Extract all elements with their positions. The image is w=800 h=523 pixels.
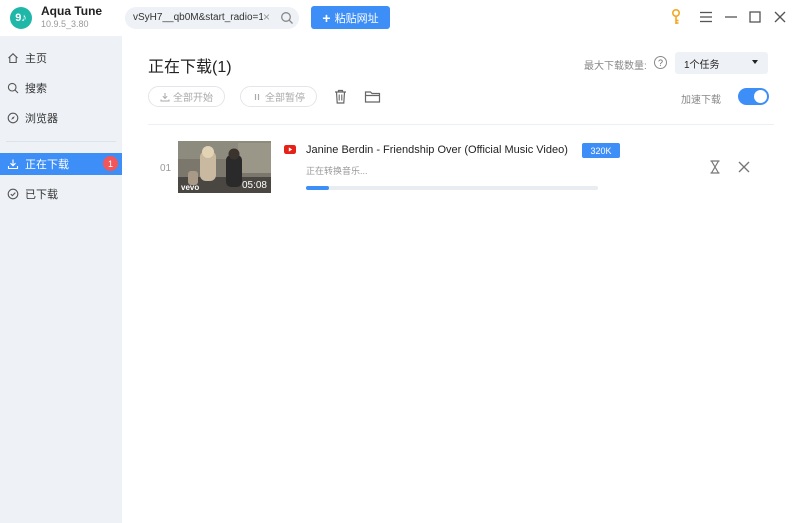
max-downloads-label: 最大下载数量: [584,61,647,72]
sidebar-divider [6,141,116,142]
vevo-logo: vevo [181,183,200,192]
sidebar-item-downloaded[interactable]: 已下载 [0,183,122,205]
app-logo: 9♪ [10,7,32,29]
sidebar-item-label: 搜索 [25,83,47,95]
title-bar: 9♪ Aqua Tune 10.9.5_3.80 vSyH7__qb0M&sta… [0,0,800,36]
menu-icon[interactable] [697,8,715,26]
close-icon[interactable] [771,8,789,26]
plus-icon: + [322,9,331,26]
trash-icon[interactable] [332,88,349,105]
start-all-label: 全部开始 [173,93,213,104]
max-downloads-select[interactable]: 1个任务 [675,52,768,74]
divider [148,124,774,125]
minimize-icon[interactable] [722,8,740,26]
sidebar-item-browser[interactable]: 浏览器 [0,107,122,129]
url-input-box[interactable]: vSyH7__qb0M&start_radio=1 × [125,7,299,29]
pause-all-label: 全部暂停 [265,93,305,104]
progress-bar [306,186,598,190]
paste-url-label: 粘贴网址 [334,12,379,25]
url-input[interactable]: vSyH7__qb0M&start_radio=1 [133,12,263,23]
sidebar-item-search[interactable]: 搜索 [0,77,122,99]
quality-badge: 320K [582,143,620,158]
pause-all-button[interactable]: 全部暂停 [240,86,317,107]
sidebar-item-label: 正在下载 [25,159,69,171]
start-all-button[interactable]: 全部开始 [148,86,225,107]
download-status: 正在转换音乐... [306,166,368,176]
youtube-icon [284,145,296,154]
paste-url-button[interactable]: + 粘贴网址 [311,6,390,29]
max-downloads-value: 1个任务 [684,59,720,71]
accelerate-toggle[interactable] [738,88,769,105]
song-title: Janine Berdin - Friendship Over (Officia… [306,144,568,156]
clear-icon[interactable]: × [263,10,270,24]
pause-icon [254,93,260,100]
download-icon [160,92,170,101]
toggle-knob [754,90,767,103]
sidebar-item-label: 主页 [25,53,47,65]
sidebar: 主页 搜索 浏览器 正在下载 1 已下载 [0,36,122,523]
key-icon[interactable] [667,8,685,26]
download-icon [7,159,19,170]
app-name: Aqua Tune [41,4,103,18]
compass-icon [7,112,19,124]
video-duration: 05:08 [241,180,267,191]
progress-fill [306,186,330,190]
sidebar-item-home[interactable]: 主页 [0,47,122,69]
sidebar-item-downloading[interactable]: 正在下载 1 [0,153,122,175]
help-icon[interactable]: ? [654,56,667,69]
folder-icon[interactable] [364,88,381,105]
search-icon[interactable] [280,11,294,25]
search-icon [7,82,19,94]
hourglass-icon[interactable] [707,159,723,175]
download-count-badge: 1 [103,156,118,171]
video-thumbnail: vevo 05:08 [178,141,271,193]
row-index: 01 [160,163,172,174]
accelerate-label: 加速下载 [681,95,721,106]
home-icon [8,53,18,64]
sidebar-item-label: 已下载 [25,189,58,201]
maximize-icon[interactable] [746,8,764,26]
app-version: 10.9.5_3.80 [41,19,89,29]
check-circle-icon [7,188,19,200]
caret-down-icon [752,60,758,64]
sidebar-item-label: 浏览器 [25,113,58,125]
page-title: 正在下载(1) [148,59,232,76]
remove-icon[interactable] [736,159,752,175]
